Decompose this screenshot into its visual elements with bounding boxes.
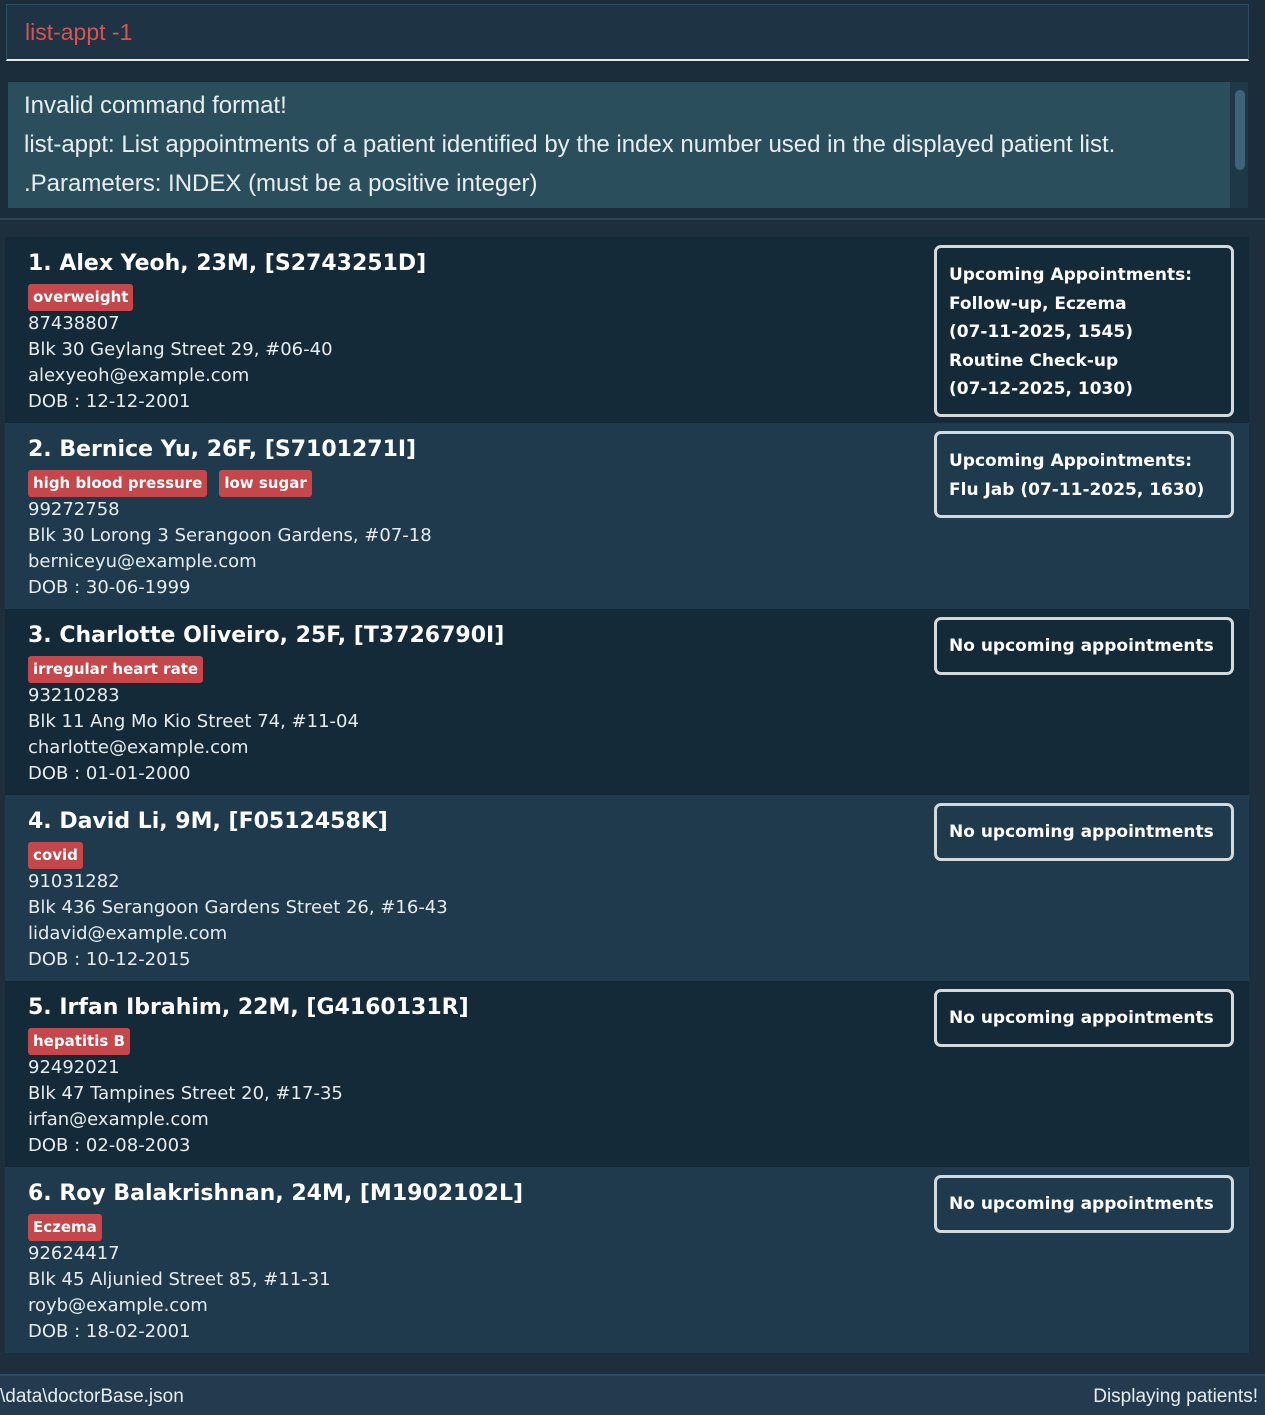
tag: covid: [28, 842, 83, 869]
patient-name: 4. David Li, 9M, [F0512458K]: [28, 809, 388, 834]
patient-phone: 99272758: [28, 499, 120, 520]
patient-email: alexyeoh@example.com: [28, 365, 250, 386]
patient-address: Blk 30 Lorong 3 Serangoon Gardens, #07-1…: [28, 525, 432, 546]
tag: hepatitis B: [28, 1028, 130, 1055]
tag-list: covid: [28, 842, 95, 869]
patient-phone: 91031282: [28, 871, 120, 892]
tag: Eczema: [28, 1214, 102, 1241]
tag-list: hepatitis B: [28, 1028, 142, 1055]
patient-phone: 93210283: [28, 685, 120, 706]
result-text-area[interactable]: Invalid command format! list-appt: List …: [8, 82, 1248, 208]
patient-email: berniceyu@example.com: [28, 551, 257, 572]
patient-card[interactable]: 5. Irfan Ibrahim, 22M, [G4160131R] hepat…: [5, 981, 1249, 1167]
result-line: list-appt: List appointments of a patien…: [24, 131, 1116, 158]
status-bar: \data\doctorBase.json Displaying patient…: [0, 1374, 1265, 1415]
patient-card[interactable]: 2. Bernice Yu, 26F, [S7101271I] high blo…: [5, 423, 1249, 609]
appointments-box: Upcoming Appointments: Flu Jab (07-11-20…: [934, 431, 1234, 518]
app-window: Invalid command format! list-appt: List …: [0, 0, 1265, 1415]
patient-name: 6. Roy Balakrishnan, 24M, [M1902102L]: [28, 1181, 524, 1206]
patient-dob: DOB : 02-08-2003: [28, 1135, 191, 1156]
patient-address: Blk 45 Aljunied Street 85, #11-31: [28, 1269, 331, 1290]
patient-address: Blk 436 Serangoon Gardens Street 26, #16…: [28, 897, 448, 918]
result-scrollbar[interactable]: [1230, 82, 1248, 208]
patient-email: royb@example.com: [28, 1295, 208, 1316]
patient-address: Blk 11 Ang Mo Kio Street 74, #11-04: [28, 711, 359, 732]
data-file-path: \data\doctorBase.json: [0, 1386, 184, 1407]
appointment-line: (07-12-2025, 1030): [949, 379, 1133, 399]
no-appointments-label: No upcoming appointments: [949, 822, 1214, 842]
appointment-line: Flu Jab (07-11-2025, 1630): [949, 479, 1205, 500]
patient-name: 5. Irfan Ibrahim, 22M, [G4160131R]: [28, 995, 469, 1020]
patient-address: Blk 47 Tampines Street 20, #17-35: [28, 1083, 343, 1104]
patient-phone: 87438807: [28, 313, 120, 334]
patient-dob: DOB : 18-02-2001: [28, 1321, 191, 1342]
patient-dob: DOB : 10-12-2015: [28, 949, 191, 970]
tag: overweight: [28, 284, 134, 311]
result-line: Invalid command format!: [24, 92, 287, 119]
appointment-line: Follow-up, Eczema: [949, 293, 1127, 314]
appointment-line: (07-11-2025, 1545): [949, 322, 1133, 342]
appointment-line: Routine Check-up: [949, 350, 1119, 371]
appointments-box: No upcoming appointments: [934, 1175, 1234, 1233]
no-appointments-label: No upcoming appointments: [949, 636, 1214, 656]
tag: low sugar: [219, 470, 312, 497]
patient-phone: 92492021: [28, 1057, 120, 1078]
appointments-heading: Upcoming Appointments:: [949, 451, 1193, 471]
tag-list: Eczema: [28, 1214, 114, 1241]
patient-list[interactable]: 1. Alex Yeoh, 23M, [S2743251D] overweigh…: [5, 237, 1249, 1353]
patient-dob: DOB : 12-12-2001: [28, 391, 191, 412]
patient-name: 2. Bernice Yu, 26F, [S7101271I]: [28, 437, 417, 462]
patient-dob: DOB : 30-06-1999: [28, 577, 191, 598]
patient-card[interactable]: 6. Roy Balakrishnan, 24M, [M1902102L] Ec…: [5, 1167, 1249, 1353]
no-appointments-label: No upcoming appointments: [949, 1008, 1214, 1028]
appointments-box: Upcoming Appointments: Follow-up, Eczema…: [934, 245, 1234, 417]
appointments-box: No upcoming appointments: [934, 989, 1234, 1047]
appointments-heading: Upcoming Appointments:: [949, 265, 1193, 285]
tag: high blood pressure: [28, 470, 208, 497]
tag-list: high blood pressure low sugar: [28, 470, 324, 497]
patient-email: charlotte@example.com: [28, 737, 249, 758]
appointments-box: No upcoming appointments: [934, 803, 1234, 861]
patient-name: 3. Charlotte Oliveiro, 25F, [T3726790I]: [28, 623, 505, 648]
result-line: .Parameters: INDEX (must be a positive i…: [24, 170, 538, 197]
patient-card[interactable]: 1. Alex Yeoh, 23M, [S2743251D] overweigh…: [5, 237, 1249, 423]
patient-card[interactable]: 4. David Li, 9M, [F0512458K] covid 91031…: [5, 795, 1249, 981]
patient-email: irfan@example.com: [28, 1109, 209, 1130]
result-scrollbar-thumb[interactable]: [1235, 90, 1245, 170]
command-input[interactable]: [6, 4, 1249, 61]
result-display: Invalid command format! list-appt: List …: [0, 72, 1265, 220]
no-appointments-label: No upcoming appointments: [949, 1194, 1214, 1214]
patient-name: 1. Alex Yeoh, 23M, [S2743251D]: [28, 251, 427, 276]
patient-email: lidavid@example.com: [28, 923, 228, 944]
appointments-box: No upcoming appointments: [934, 617, 1234, 675]
tag-list: irregular heart rate: [28, 656, 215, 683]
patient-dob: DOB : 01-01-2000: [28, 763, 191, 784]
tag: irregular heart rate: [28, 656, 204, 683]
patient-address: Blk 30 Geylang Street 29, #06-40: [28, 339, 333, 360]
status-message: Displaying patients!: [1093, 1386, 1258, 1407]
command-box: [0, 0, 1265, 72]
patient-phone: 92624417: [28, 1243, 120, 1264]
tag-list: overweight: [28, 284, 145, 311]
patient-card[interactable]: 3. Charlotte Oliveiro, 25F, [T3726790I] …: [5, 609, 1249, 795]
